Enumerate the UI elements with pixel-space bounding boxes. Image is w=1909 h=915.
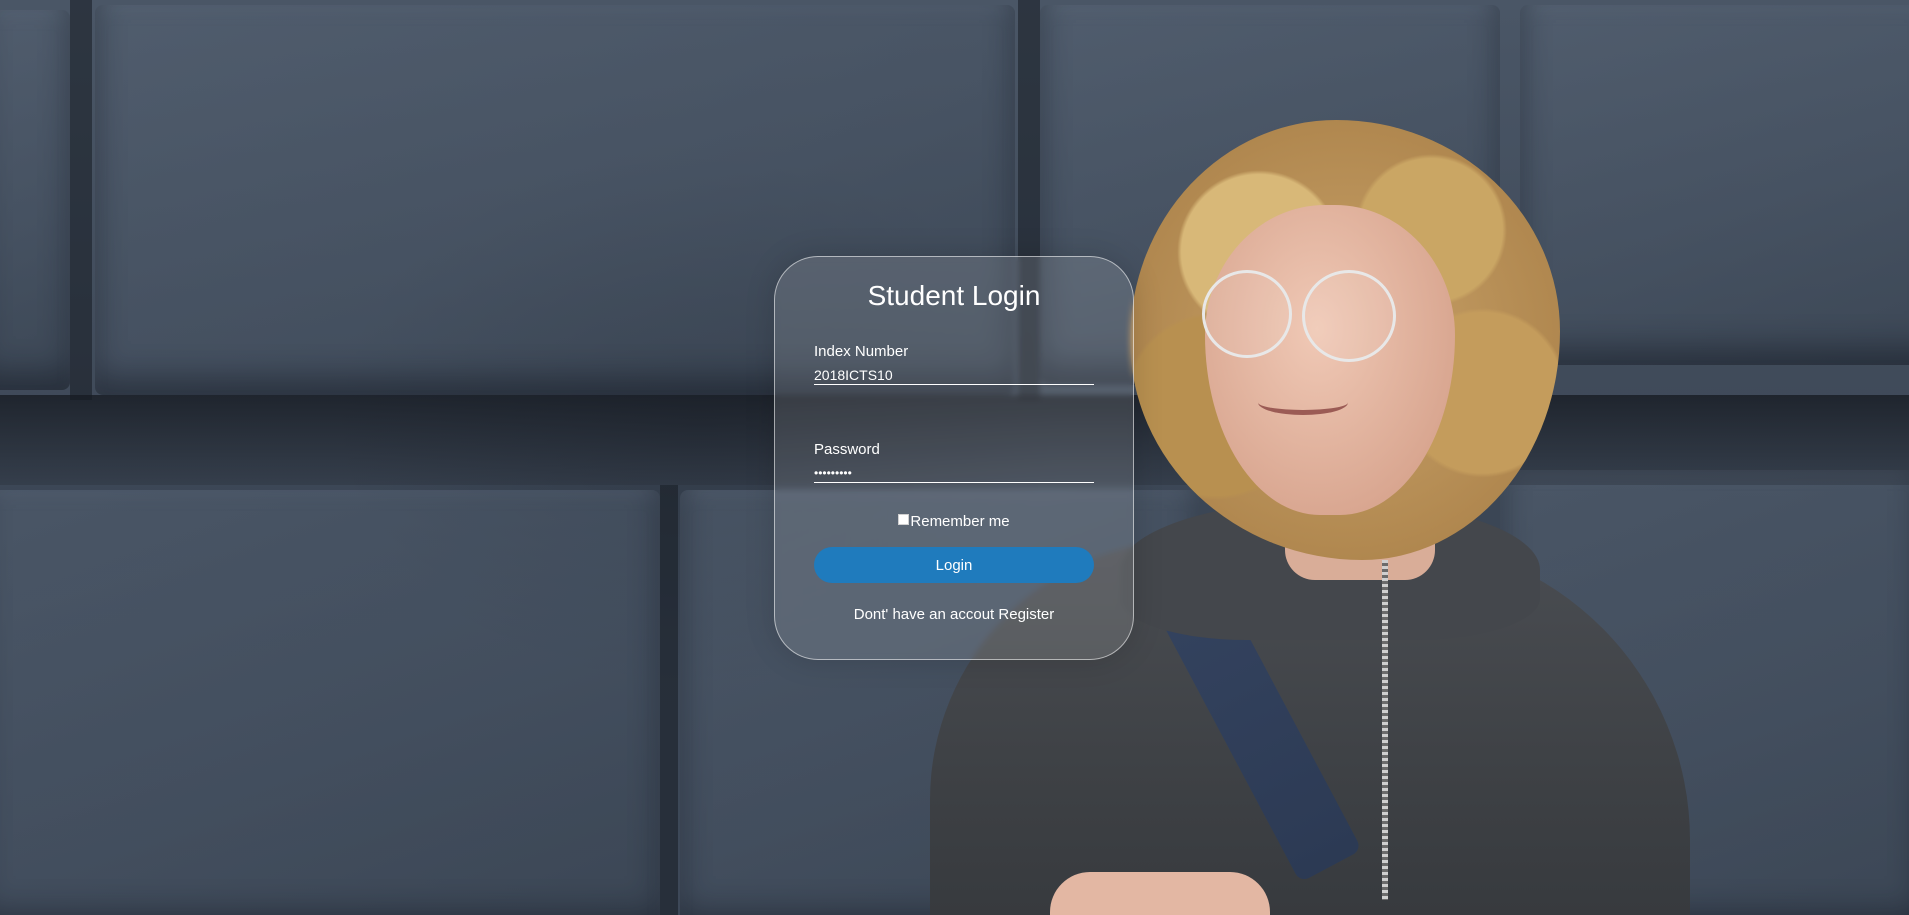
index-number-input[interactable] [814,365,1094,385]
remember-me-label[interactable]: Remember me [910,513,1009,530]
login-button[interactable]: Login [814,547,1094,583]
login-title: Student Login [867,280,1041,311]
login-page: Student Login Index Number Password Reme… [0,0,1909,915]
index-number-label: Index Number [814,343,909,360]
register-link[interactable]: Register [998,606,1054,623]
login-card: Student Login Index Number Password Reme… [774,256,1134,660]
register-prompt: Dont' have an accout Register [775,606,1133,623]
password-label: Password [814,441,880,458]
password-input[interactable] [814,463,1094,483]
register-prompt-text: Dont' have an accout [853,606,995,623]
remember-me-checkbox[interactable] [898,514,910,525]
remember-me-row: Remember me [775,513,1133,530]
